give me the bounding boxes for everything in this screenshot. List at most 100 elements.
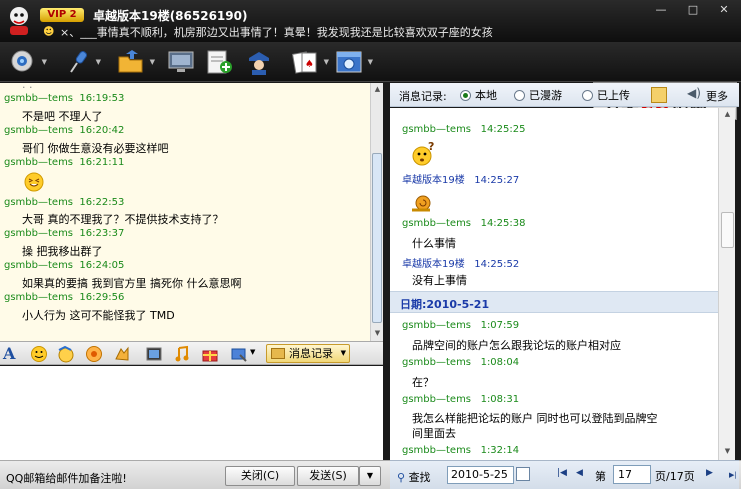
scroll-down-icon[interactable]: ▼ [372, 328, 383, 339]
chevron-down-icon[interactable]: ▼ [341, 345, 346, 362]
page-suffix: 页/17页 [655, 470, 695, 483]
game-cards-icon: ♠ [291, 51, 317, 74]
radio-icon [582, 90, 593, 101]
send-options-dropdown[interactable]: ▼ [359, 466, 381, 486]
main-toolbar: ▼ ▼ ▼ ♠ ▼ ▼ 另类CG花絮 [0, 42, 741, 120]
emoticon-question-icon: ? [412, 140, 434, 166]
history-message-text: 没有上事情 [412, 274, 467, 287]
message-text: 不是吧 不理人了 [22, 110, 103, 123]
more-button[interactable]: 更多 [706, 88, 728, 104]
close-button[interactable]: 关闭(C) [225, 466, 295, 486]
history-header-row: gsmbb—tems 14:25:38 [402, 218, 526, 229]
image-icon[interactable] [145, 345, 163, 363]
gift-icon[interactable] [201, 345, 219, 363]
chevron-down-icon[interactable]: ▼ [96, 58, 101, 66]
history-manager-icon[interactable] [651, 87, 667, 103]
history-message-text: 在？ [412, 376, 434, 389]
next-page-icon[interactable]: ▶ [706, 468, 713, 478]
games-button[interactable]: ♠ ▼ [290, 48, 329, 76]
mood-icon: ☻ [43, 25, 55, 38]
history-header-row: gsmbb—tems 1:32:14 [402, 445, 520, 456]
chat-scrollbar[interactable]: ▲ ▼ [370, 83, 383, 341]
close-window-button[interactable]: ✕ [715, 3, 733, 17]
date-label: 日期:2010-5-21 [400, 298, 490, 311]
voice-call-button[interactable]: ▼ [62, 48, 101, 76]
message-text: 哥们 你做生意没有必要这样吧 [22, 142, 169, 155]
history-footer: ⚲ 查找 2010-5-25 |◀ ◀ 第 17 页/17页 ▶ ▶| [390, 460, 739, 489]
speaker-icon[interactable]: ◀) [687, 86, 701, 100]
radio-local[interactable]: 本地 [460, 87, 497, 103]
radio-roamed[interactable]: 已漫游 [514, 87, 562, 103]
send-file-button[interactable]: ▼ [116, 48, 155, 76]
screen-share-button[interactable] [166, 48, 196, 76]
scroll-up-icon[interactable]: ▲ [372, 84, 383, 95]
vip-badge[interactable]: VIP 2 [40, 8, 84, 22]
chat-messages-area[interactable]: . . gsmbb—tems 16:19:53 不是吧 不理人了 gsmbb—t… [0, 83, 370, 341]
svg-text:♠: ♠ [305, 59, 314, 70]
officer-icon [249, 52, 269, 75]
history-scrollbar[interactable]: ▲ ▼ [718, 108, 735, 460]
mail-tip-link[interactable]: QQ邮箱给邮件加备注啦! [6, 470, 127, 486]
history-header-row: gsmbb—tems 1:08:31 [402, 394, 520, 405]
font-icon[interactable]: A [3, 345, 21, 363]
message-history-button[interactable]: 消息记录 ▼ [266, 344, 350, 363]
folder-icon [118, 50, 143, 73]
chevron-down-icon[interactable]: ▼ [324, 58, 329, 66]
message-header: gsmbb—tems 16:23:37 [4, 228, 125, 239]
radio-icon [514, 90, 525, 101]
scroll-down-icon[interactable]: ▼ [722, 446, 733, 457]
history-message-text: 间里面去 [412, 427, 456, 440]
scrollbar-thumb[interactable] [372, 153, 382, 323]
emoticon-icon[interactable] [30, 345, 48, 363]
find-button[interactable]: ⚲ 查找 [397, 469, 431, 485]
message-text: 大哥 真的不理我了？不提供技术支持了？ [22, 213, 224, 226]
shake-icon[interactable] [113, 345, 131, 363]
page-prefix: 第 [595, 470, 606, 483]
history-message-text: 什么事情 [412, 237, 456, 250]
scroll-up-icon[interactable]: ▲ [722, 109, 733, 120]
chevron-down-icon[interactable]: ▼ [42, 58, 47, 66]
history-header-row: 卓越版本19楼 14:25:52 [402, 259, 520, 270]
contact-name: 卓越版本19楼(86526190) [93, 9, 248, 23]
date-input[interactable]: 2010-5-25 [447, 466, 514, 484]
message-input[interactable] [0, 366, 383, 460]
chevron-down-icon[interactable]: ▼ [150, 58, 155, 66]
scrollbar-thumb[interactable] [721, 212, 734, 248]
app-settings-button[interactable]: ▼ [334, 48, 373, 76]
emoticon-snail-icon [412, 195, 431, 212]
avatar-icon[interactable] [6, 5, 32, 35]
calendar-icon[interactable] [516, 467, 530, 481]
history-label: 消息记录: [399, 90, 447, 103]
chevron-down-icon[interactable]: ▼ [250, 348, 255, 356]
chevron-down-icon[interactable]: ▼ [368, 58, 373, 66]
contact-signature: ×、___事情真不顺利，机房那边又出事情了！真晕！我发现我还是比较喜欢双子座的女… [60, 26, 493, 39]
message-header: gsmbb—tems 16:20:42 [4, 125, 125, 136]
message-header: gsmbb—tems 16:24:05 [4, 260, 125, 271]
magic-emoticon-icon[interactable] [57, 345, 75, 363]
scrawl-icon[interactable] [85, 345, 103, 363]
radio-selected-icon [460, 90, 471, 101]
radio-uploaded[interactable]: 已上传 [582, 87, 630, 103]
sms-button[interactable] [204, 48, 234, 76]
title-bar: VIP 2 卓越版本19楼(86526190) ☻ ×、___事情真不顺利，机房… [0, 0, 741, 42]
page-input[interactable]: 17 [613, 465, 651, 484]
prev-page-icon[interactable]: ◀ [576, 468, 583, 478]
video-call-button[interactable]: ▼ [8, 48, 47, 76]
minimize-button[interactable]: — [652, 3, 670, 17]
message-header: gsmbb—tems 16:29:56 [4, 292, 125, 303]
microphone-icon [70, 51, 88, 73]
history-header-row: 卓越版本19楼 14:25:27 [402, 175, 520, 186]
music-icon[interactable] [173, 345, 191, 363]
monitor-icon [168, 51, 194, 72]
message-text: 操 把我移出群了 [22, 245, 103, 258]
screenshot-icon[interactable] [230, 345, 248, 363]
last-page-icon[interactable]: ▶| [729, 471, 737, 479]
maximize-button[interactable]: □ [684, 3, 702, 17]
send-button[interactable]: 发送(S) [297, 466, 359, 486]
app-window-icon [336, 51, 362, 73]
magnifier-icon: ⚲ [397, 471, 406, 484]
first-page-icon[interactable]: |◀ [557, 468, 567, 478]
group-button[interactable] [244, 48, 274, 76]
history-icon [271, 348, 285, 359]
history-messages-area[interactable]: gsmbb—tems 14:25:25 ? 卓越版本19楼 14:25:27 g… [390, 108, 718, 460]
